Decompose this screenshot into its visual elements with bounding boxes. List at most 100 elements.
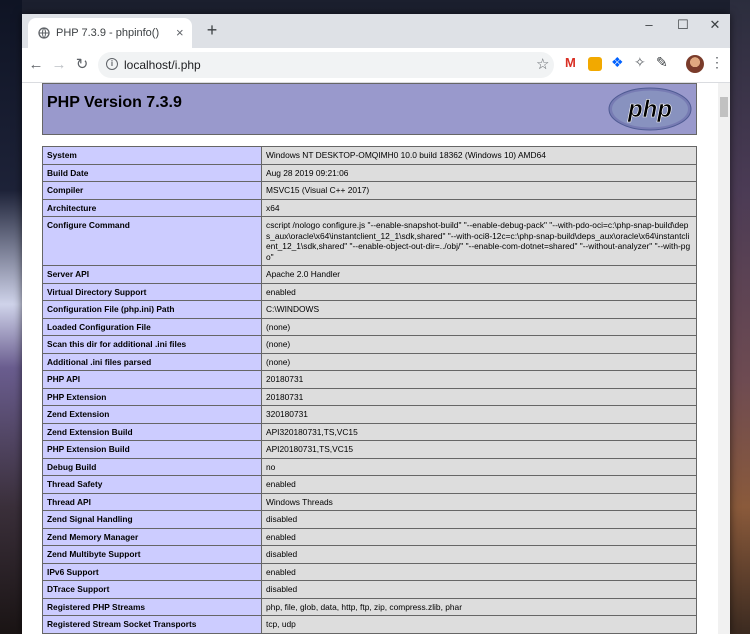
table-row: Configure Command cscript /nologo configu… [42, 216, 697, 266]
row-value: API320180731,TS,VC15 [261, 422, 697, 441]
minimize-button[interactable]: – [632, 14, 666, 38]
browser-menu-icon[interactable]: ⋮ [710, 54, 724, 71]
row-key: Thread Safety [42, 475, 262, 494]
table-row: Zend Extension Build API320180731,TS,VC15 [42, 422, 697, 441]
table-row: Zend Memory Manager enabled [42, 527, 697, 546]
row-value: tcp, udp [261, 615, 697, 634]
table-row: Registered Stream Socket Transports tcp, … [42, 615, 697, 634]
row-key: Loaded Configuration File [42, 317, 262, 336]
row-value: (none) [261, 317, 697, 336]
browser-window: PHP 7.3.9 - phpinfo() × + – ☐ ✕ ← → ↻ i … [22, 14, 730, 634]
row-key: Registered Stream Socket Transports [42, 615, 262, 634]
back-button[interactable]: ← [26, 55, 46, 75]
desktop-wallpaper-left [0, 0, 22, 634]
table-row: IPv6 Support enabled [42, 562, 697, 581]
row-value: MSVC15 (Visual C++ 2017) [261, 181, 697, 200]
profile-avatar[interactable] [686, 55, 704, 73]
table-row: Scan this dir for additional .ini files(… [42, 335, 697, 354]
php-logo[interactable]: php [608, 87, 692, 131]
table-row: Configuration File (php.ini) Path C:\WIND… [42, 300, 697, 319]
globe-icon [38, 27, 50, 39]
row-value: Apache 2.0 Handler [261, 265, 697, 284]
row-value: no [261, 457, 697, 476]
row-key: Debug Build [42, 457, 262, 476]
row-key: DTrace Support [42, 580, 262, 599]
gmail-icon[interactable] [564, 55, 578, 71]
table-row: Thread API Windows Threads [42, 492, 697, 511]
scrollbar-thumb[interactable] [720, 97, 728, 117]
row-value: C:\WINDOWS [261, 300, 697, 319]
row-value: API20180731,TS,VC15 [261, 440, 697, 459]
row-key: Virtual Directory Support [42, 282, 262, 301]
site-info-icon[interactable]: i [106, 58, 118, 70]
table-row: Loaded Configuration File (none) [42, 317, 697, 336]
row-key: Server API [42, 265, 262, 284]
table-row: Architecture x64 [42, 198, 697, 217]
extension-icon[interactable] [634, 54, 648, 71]
row-key: PHP API [42, 370, 262, 389]
row-value: Aug 28 2019 09:21:06 [261, 163, 697, 182]
table-row: Additional .ini files parsed (none) [42, 352, 697, 371]
row-key: Compiler [42, 181, 262, 200]
row-key: Zend Extension [42, 405, 262, 424]
reload-button[interactable]: ↻ [72, 55, 92, 75]
page-title: PHP Version 7.3.9 [47, 94, 182, 111]
row-value: 320180731 [261, 405, 697, 424]
row-key: Registered PHP Streams [42, 597, 262, 616]
table-row: Thread Safety enabled [42, 475, 697, 494]
table-row: PHP API 20180731 [42, 370, 697, 389]
dropbox-icon[interactable] [611, 54, 625, 71]
table-row: System Windows NT DESKTOP-OMQIMH0 10.0 bu… [42, 146, 697, 165]
row-key: Build Date [42, 163, 262, 182]
row-key: Zend Extension Build [42, 422, 262, 441]
table-row: Registered PHP Streams php, file, glob, d… [42, 597, 697, 616]
close-window-button[interactable]: ✕ [698, 14, 730, 38]
table-row: Virtual Directory Support enabled [42, 282, 697, 301]
desktop-wallpaper-right [730, 0, 750, 634]
eyedropper-icon[interactable] [656, 54, 670, 71]
bookmark-star-icon[interactable]: ☆ [536, 55, 549, 73]
table-row: Build Date Aug 28 2019 09:21:06 [42, 163, 697, 182]
row-key: PHP Extension Build [42, 440, 262, 459]
row-value: (none) [261, 335, 697, 354]
row-key: Configure Command [42, 216, 262, 266]
row-value: disabled [261, 510, 697, 529]
table-row: DTrace Support disabled [42, 580, 697, 599]
forward-button[interactable]: → [49, 55, 69, 75]
row-key: IPv6 Support [42, 562, 262, 581]
row-value: php, file, glob, data, http, ftp, zip, c… [261, 597, 697, 616]
php-logo-text: php [627, 96, 672, 123]
row-value: disabled [261, 545, 697, 564]
row-key: Architecture [42, 198, 262, 217]
row-key: Additional .ini files parsed [42, 352, 262, 371]
vertical-scrollbar[interactable] [718, 83, 730, 634]
tab-phpinfo[interactable]: PHP 7.3.9 - phpinfo() × [28, 18, 192, 48]
row-key: PHP Extension [42, 387, 262, 406]
row-value: 20180731 [261, 370, 697, 389]
row-value: cscript /nologo configure.js "--enable-s… [261, 216, 697, 266]
phpinfo-header: PHP Version 7.3.9 php [42, 83, 697, 135]
info-table: System Windows NT DESKTOP-OMQIMH0 10.0 bu… [42, 146, 697, 634]
row-key: Zend Multibyte Support [42, 545, 262, 564]
page-viewport: PHP Version 7.3.9 php System Windows NT D… [22, 83, 718, 634]
row-value: (none) [261, 352, 697, 371]
table-row: Zend Multibyte Support disabled [42, 545, 697, 564]
row-value: disabled [261, 580, 697, 599]
maximize-button[interactable]: ☐ [666, 14, 700, 38]
pocket-icon[interactable] [588, 57, 602, 71]
table-row: Zend Signal Handling disabled [42, 510, 697, 529]
row-value: Windows NT DESKTOP-OMQIMH0 10.0 build 18… [261, 146, 697, 165]
row-key: Zend Memory Manager [42, 527, 262, 546]
table-row: PHP Extension 20180731 [42, 387, 697, 406]
row-value: 20180731 [261, 387, 697, 406]
row-value: x64 [261, 198, 697, 217]
tab-close-icon[interactable]: × [176, 25, 184, 40]
address-bar[interactable]: i localhost/i.php ☆ [98, 52, 554, 78]
browser-toolbar: ← → ↻ i localhost/i.php ☆ ⋮ [22, 48, 730, 83]
row-key: Scan this dir for additional .ini files [42, 335, 262, 354]
row-value: enabled [261, 562, 697, 581]
new-tab-button[interactable]: + [202, 20, 222, 41]
url-text[interactable]: localhost/i.php [124, 58, 201, 72]
row-value: enabled [261, 282, 697, 301]
table-row: Debug Build no [42, 457, 697, 476]
